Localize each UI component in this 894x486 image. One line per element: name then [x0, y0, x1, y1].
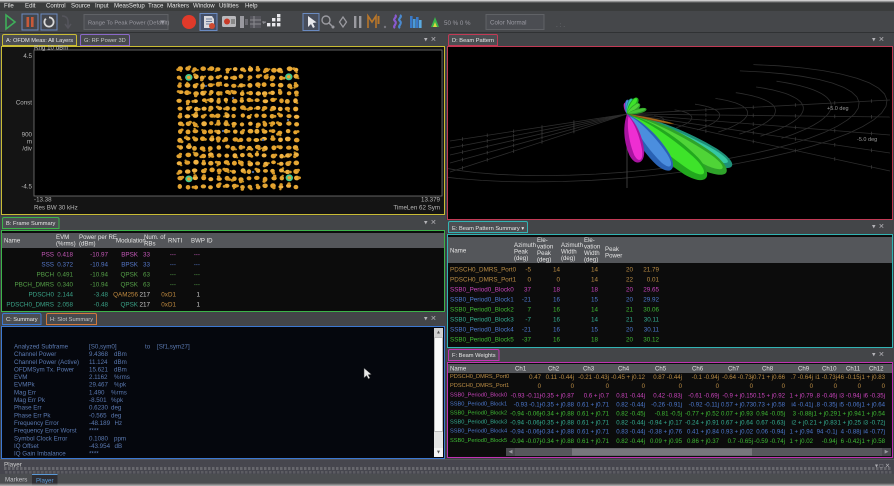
svg-text:50 % 0 %: 50 % 0 % [444, 20, 471, 27]
svg-text:+5.0 deg: +5.0 deg [827, 106, 849, 112]
svg-text:-5.0 deg: -5.0 deg [857, 137, 877, 143]
svg-text:Range To Peak Power (Default): Range To Peak Power (Default) [88, 21, 169, 27]
svg-text:Color Normal: Color Normal [490, 20, 526, 27]
svg-text:. : .: . : . [556, 22, 565, 29]
